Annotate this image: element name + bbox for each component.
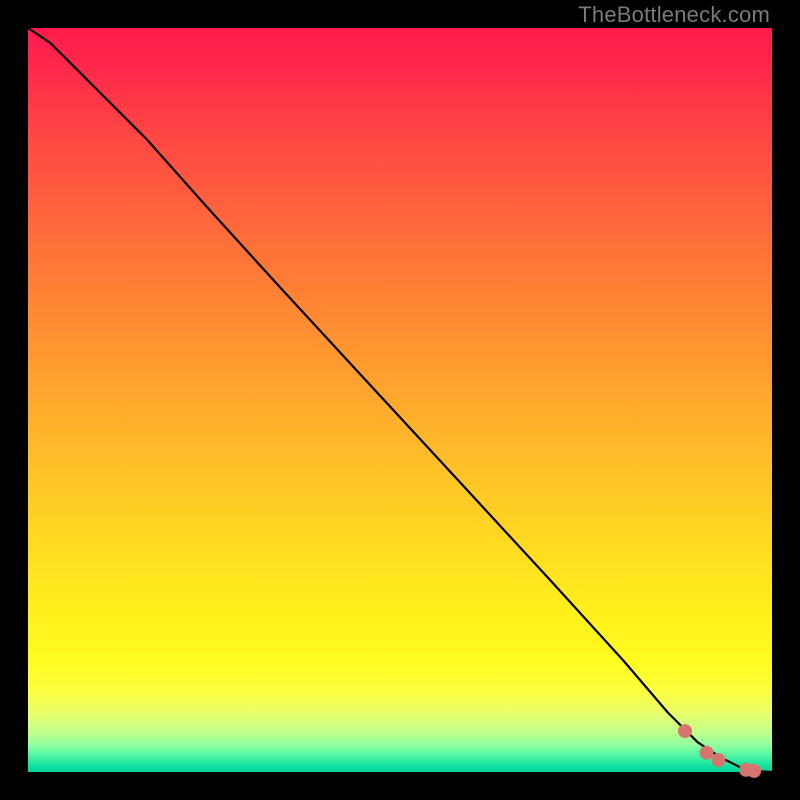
main-curve	[28, 28, 772, 772]
data-segment	[593, 616, 615, 642]
data-point	[678, 724, 692, 738]
data-point	[747, 764, 761, 778]
chart-frame: TheBottleneck.com	[0, 0, 800, 800]
data-point	[700, 746, 714, 760]
data-segment	[545, 561, 575, 594]
data-point	[711, 753, 725, 767]
watermark-text: TheBottleneck.com	[578, 2, 770, 28]
curve-svg	[28, 28, 772, 772]
data-segment	[579, 599, 590, 612]
marker-group	[504, 512, 772, 778]
plot-area	[28, 28, 772, 772]
